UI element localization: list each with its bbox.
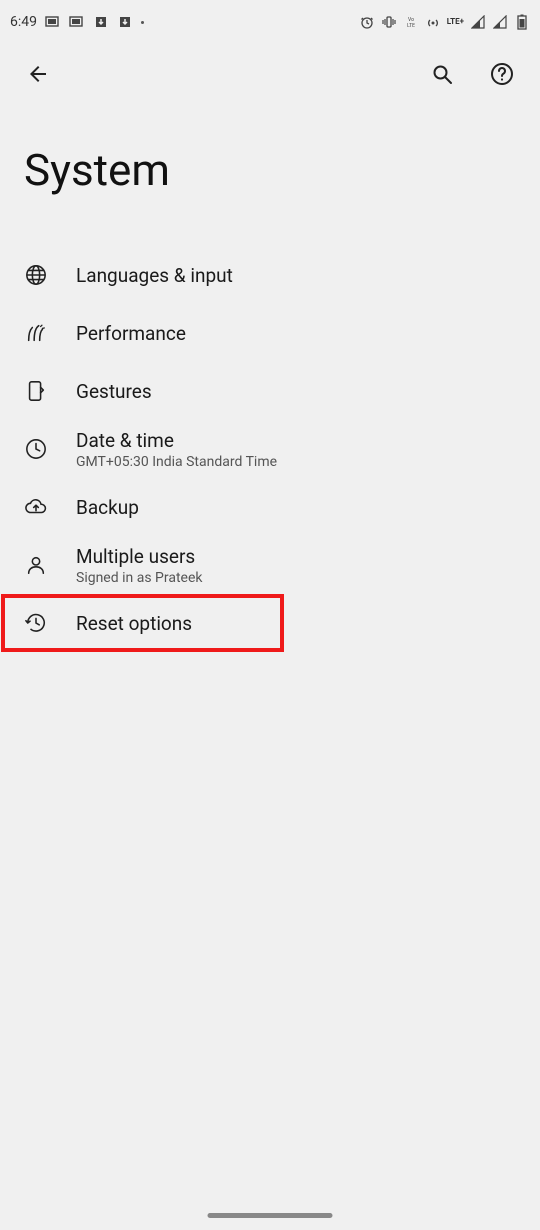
history-icon: [24, 611, 48, 635]
more-notifications-dot: [141, 21, 144, 24]
backup-item[interactable]: Backup: [8, 478, 532, 536]
item-label: Backup: [76, 496, 139, 519]
item-label: Performance: [76, 322, 186, 345]
back-button[interactable]: [18, 54, 58, 94]
svg-text:LTE: LTE: [407, 23, 415, 29]
help-icon: [490, 62, 514, 86]
item-label: Reset options: [76, 612, 192, 635]
status-right: VoLTE LTE+: [359, 15, 530, 29]
item-subtitle: Signed in as Prateek: [76, 570, 202, 586]
date-time-item[interactable]: Date & time GMT+05:30 India Standard Tim…: [8, 420, 532, 478]
item-label: Gestures: [76, 380, 152, 403]
search-icon: [430, 62, 454, 86]
performance-icon: [24, 321, 48, 345]
multiple-users-item[interactable]: Multiple users Signed in as Prateek: [8, 536, 532, 594]
help-button[interactable]: [482, 54, 522, 94]
status-bar: 6:49 VoLTE LTE+: [0, 0, 540, 44]
download-icon: [117, 15, 133, 29]
alarm-icon: [359, 15, 375, 29]
volte-icon: VoLTE: [403, 15, 419, 29]
status-time: 6:49: [10, 14, 37, 30]
settings-list: Languages & input Performance Gestures D…: [0, 246, 540, 652]
arrow-back-icon: [26, 62, 50, 86]
search-button[interactable]: [422, 54, 462, 94]
gestures-item[interactable]: Gestures: [8, 362, 532, 420]
notification-icon: [69, 15, 85, 29]
vibrate-icon: [381, 15, 397, 29]
notification-icon: [45, 15, 61, 29]
navigation-pill[interactable]: [208, 1213, 333, 1218]
item-label: Multiple users: [76, 545, 202, 568]
item-label: Date & time: [76, 429, 277, 452]
languages-input-item[interactable]: Languages & input: [8, 246, 532, 304]
reset-options-item[interactable]: Reset options: [1, 594, 284, 652]
battery-icon: [514, 15, 530, 29]
download-icon: [93, 15, 109, 29]
item-subtitle: GMT+05:30 India Standard Time: [76, 454, 277, 470]
item-label: Languages & input: [76, 264, 233, 287]
app-bar: [0, 44, 540, 104]
performance-item[interactable]: Performance: [8, 304, 532, 362]
signal-icon: [470, 15, 486, 29]
lte-indicator: LTE+: [447, 18, 464, 26]
gestures-icon: [24, 379, 48, 403]
clock-icon: [24, 437, 48, 461]
status-left: 6:49: [10, 14, 144, 30]
person-icon: [24, 553, 48, 577]
cloud-upload-icon: [24, 495, 48, 519]
hotspot-icon: [425, 15, 441, 29]
page-title: System: [0, 104, 540, 246]
signal-icon: [492, 15, 508, 29]
globe-icon: [24, 263, 48, 287]
